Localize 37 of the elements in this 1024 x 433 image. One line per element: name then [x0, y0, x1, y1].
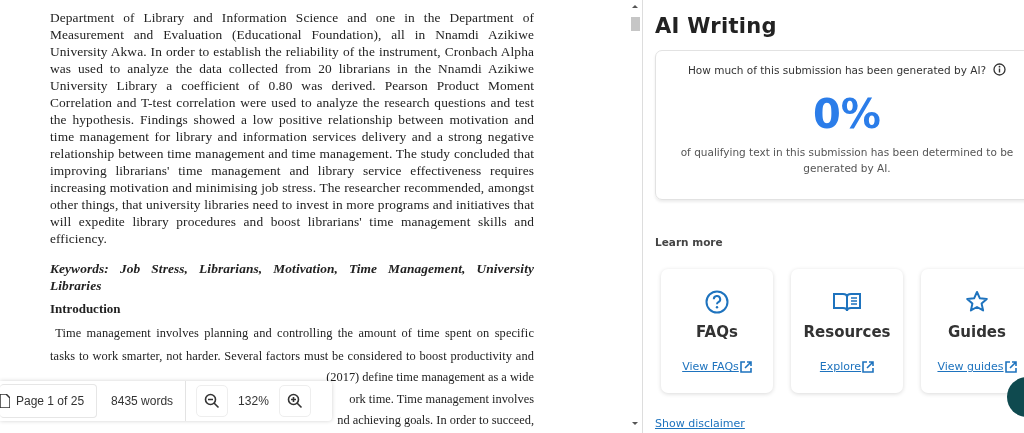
scroll-down-arrow[interactable]	[632, 422, 638, 425]
external-link-icon	[739, 360, 752, 373]
zoom-in-button[interactable]	[278, 385, 311, 417]
word-count: 8435 words	[97, 381, 187, 421]
page-indicator: Page 1 of 25	[0, 384, 98, 418]
card-title: Resources	[803, 323, 891, 341]
zoom-out-button[interactable]	[196, 385, 229, 417]
text-line: nd achieving goals. In order to succeed,	[337, 412, 534, 429]
zoom-level: 132%	[238, 394, 269, 408]
card-link[interactable]: View FAQs	[682, 360, 752, 373]
score-caption: of qualifying text in this submission has been determined to be generated by AI.	[679, 145, 1015, 176]
score-value: 0%	[813, 92, 881, 136]
card-title: FAQs	[696, 323, 738, 341]
scrollbar-thumb[interactable]	[630, 17, 640, 31]
scroll-up-arrow[interactable]	[632, 5, 638, 8]
abstract-paragraph: Department of Library and Information Science and one in the Department of Measurement and Evaluation (Educational Foundation), all in Nnamdi Azikiwe University Akwa. In order to establish the reliability of the instrument, Cronbach Alpha was used to analyze the data collected from 20 librarians in the Nnamdi Azikiwe University Library a coefficient of 0.80 was derived. Pearson Product Moment Correlation and T-test correlation were used to analyze the research questions and test the hypothesis. Findings showed a low positive relationship between motivation and time management for library and information services delivery and a strong negative relationship between time management and time management. The study concluded that improving librarians' time management and library service effectiveness requires increasing motivation and minimising job stress. The researcher recommended, amongst other things, that university libraries need to invest in more programs and initiatives that will expedite library procedures and boost librarians' time management skills and efficiency.	[50, 9, 534, 247]
document-icon	[0, 394, 10, 408]
zoom-out-icon	[204, 393, 221, 409]
keywords-text: Keywords: Job Stress, Librarians, Motivation, Time Management, University Libraries	[50, 260, 534, 294]
body-paragraph: Time management involves planning and controlling the amount of time spent on specific tasks to work smarter, not harder. Several factors must be considered to boost productivity and	[50, 325, 534, 365]
text-line: (2017) define time management as a wide	[326, 369, 534, 386]
question-text: How much of this submission has been generated by AI?	[687, 63, 987, 76]
card-title: Guides	[948, 323, 1006, 341]
book-icon	[833, 292, 861, 312]
disclaimer-link[interactable]: Show disclaimer	[655, 417, 745, 430]
zoom-in-icon	[286, 393, 303, 409]
info-icon[interactable]	[993, 63, 1007, 76]
text-line: ork time. Time management involves	[349, 390, 534, 408]
question-icon	[705, 290, 729, 314]
section-heading: Introduction	[50, 301, 122, 317]
section-label: Learn more	[655, 236, 724, 248]
star-icon	[965, 290, 989, 314]
external-link-icon	[862, 360, 875, 373]
external-link-icon	[1004, 360, 1017, 373]
card-link[interactable]: View guides	[937, 360, 1017, 373]
card-link[interactable]: Explore	[819, 360, 875, 373]
panel-title: AI Writing	[655, 14, 778, 38]
